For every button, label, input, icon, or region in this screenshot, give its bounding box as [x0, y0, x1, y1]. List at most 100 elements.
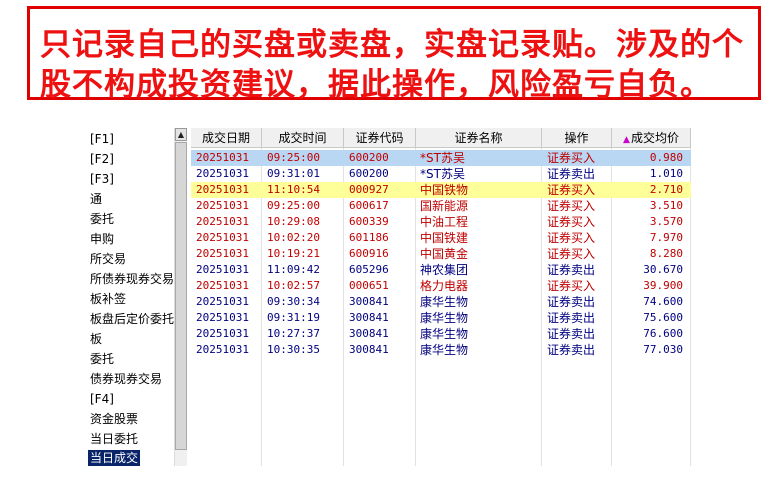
table-row[interactable]: 20251031 09:30:34 300841 康华生物 证券卖出 74.600 — [191, 294, 691, 310]
sidebar-item[interactable]: 资金股票 — [88, 411, 140, 427]
cell-trade-date: 20251031 — [196, 327, 249, 340]
sidebar-item[interactable]: 板 — [88, 331, 104, 347]
table-row[interactable]: 20251031 10:29:08 600339 中油工程 证券买入 3.570 — [191, 214, 691, 230]
cell-trade-date: 20251031 — [196, 215, 249, 228]
cell-security-name: 神农集团 — [420, 263, 469, 277]
column-header-avg-price[interactable]: ▲成交均价 — [612, 128, 691, 148]
cell-operation: 证券买入 — [547, 247, 596, 261]
cell-security-name: 康华生物 — [420, 343, 469, 357]
sidebar-item[interactable]: [F2] — [88, 151, 116, 167]
cell-trade-time: 09:25:00 — [267, 151, 320, 164]
column-header-time[interactable]: 成交时间 — [262, 128, 344, 148]
cell-trade-date: 20251031 — [196, 151, 249, 164]
cell-security-code: 300841 — [349, 311, 389, 324]
cell-operation: 证券买入 — [547, 279, 596, 293]
cell-trade-date: 20251031 — [196, 167, 249, 180]
cell-trade-date: 20251031 — [196, 311, 249, 324]
table-row[interactable]: 20251031 10:02:20 601186 中国铁建 证券买入 7.970 — [191, 230, 691, 246]
sidebar-scrollbar[interactable]: ▲ — [174, 128, 187, 466]
table-row[interactable]: 20251031 09:31:01 600200 *ST苏吴 证券卖出 1.010 — [191, 166, 691, 182]
cell-operation: 证券卖出 — [547, 295, 596, 309]
sidebar-item[interactable]: 板盘后定价委托 — [88, 311, 174, 327]
cell-security-name: 康华生物 — [420, 311, 469, 325]
cell-trade-time: 09:30:34 — [267, 295, 320, 308]
cell-trade-date: 20251031 — [196, 231, 249, 244]
cell-avg-price: 39.900 — [643, 279, 683, 292]
sidebar-item[interactable]: 委托 — [88, 351, 116, 367]
cell-avg-price: 3.510 — [649, 199, 683, 212]
cell-avg-price: 8.280 — [649, 247, 683, 260]
cell-trade-time: 11:10:54 — [267, 183, 320, 196]
column-header-code[interactable]: 证券代码 — [344, 128, 416, 148]
cell-trade-time: 10:19:21 — [267, 247, 320, 260]
cell-operation: 证券买入 — [547, 199, 596, 213]
table-row[interactable]: 20251031 09:25:00 600617 国新能源 证券买入 3.510 — [191, 198, 691, 214]
sort-ascending-icon: ▲ — [623, 135, 630, 145]
cell-operation: 证券买入 — [547, 231, 596, 245]
cell-avg-price: 0.980 — [649, 151, 683, 164]
sidebar-item[interactable]: 所债券现券交易 — [88, 271, 174, 287]
cell-security-code: 605296 — [349, 263, 389, 276]
column-header-name[interactable]: 证券名称 — [416, 128, 542, 148]
table-row[interactable]: 20251031 09:25:00 600200 *ST苏吴 证券买入 0.980 — [191, 150, 691, 166]
sidebar-item[interactable]: 通 — [88, 191, 104, 207]
sidebar-item[interactable]: [F3] — [88, 171, 116, 187]
cell-security-name: 中国黄金 — [420, 247, 469, 261]
cell-operation: 证券卖出 — [547, 311, 596, 325]
cell-security-code: 300841 — [349, 295, 389, 308]
cell-trade-time: 09:25:00 — [267, 199, 320, 212]
cell-security-name: 中国铁物 — [420, 183, 469, 197]
sidebar-item[interactable]: 债券现券交易 — [88, 371, 164, 387]
sidebar-item[interactable]: 当日成交 — [88, 450, 141, 466]
table-header: 成交日期 成交时间 证券代码 证券名称 操作 ▲成交均价 — [191, 128, 691, 148]
table-row[interactable]: 20251031 10:02:57 000651 格力电器 证券买入 39.900 — [191, 278, 691, 294]
scroll-up-arrow-icon[interactable]: ▲ — [175, 128, 187, 141]
disclaimer-banner: 只记录自己的买盘或卖盘，实盘记录贴。涉及的个 股不构成投资建议，据此操作，风险盈… — [27, 6, 761, 103]
table-row[interactable]: 20251031 11:09:42 605296 神农集团 证券卖出 30.670 — [191, 262, 691, 278]
cell-security-code: 300841 — [349, 327, 389, 340]
cell-avg-price: 3.570 — [649, 215, 683, 228]
table-row[interactable]: 20251031 11:10:54 000927 中国铁物 证券买入 2.710 — [191, 182, 691, 198]
cell-trade-date: 20251031 — [196, 183, 249, 196]
cell-security-code: 000927 — [349, 183, 389, 196]
column-header-date[interactable]: 成交日期 — [191, 128, 262, 148]
cell-avg-price: 77.030 — [643, 343, 683, 356]
disclaimer-line-1: 只记录自己的买盘或卖盘，实盘记录贴。涉及的个 — [40, 27, 744, 63]
sidebar-item[interactable]: [F1] — [88, 131, 116, 147]
sidebar-item[interactable]: 委托 — [88, 211, 116, 227]
cell-operation: 证券卖出 — [547, 327, 596, 341]
cell-trade-time: 10:30:35 — [267, 343, 320, 356]
cell-avg-price: 7.970 — [649, 231, 683, 244]
cell-trade-time: 10:02:57 — [267, 279, 320, 292]
table-row[interactable]: 20251031 10:19:21 600916 中国黄金 证券买入 8.280 — [191, 246, 691, 262]
cell-trade-date: 20251031 — [196, 199, 249, 212]
cell-trade-date: 20251031 — [196, 247, 249, 260]
cell-security-code: 600200 — [349, 167, 389, 180]
sidebar-item[interactable]: 当日委托 — [88, 431, 140, 447]
table-row[interactable]: 20251031 10:27:37 300841 康华生物 证券卖出 76.600 — [191, 326, 691, 342]
column-header-operation[interactable]: 操作 — [542, 128, 612, 148]
trades-table: 成交日期 成交时间 证券代码 证券名称 操作 ▲成交均价 20251031 09:… — [191, 128, 691, 466]
scrollbar-thumb[interactable] — [175, 142, 187, 450]
sidebar-item[interactable]: 所交易 — [88, 251, 128, 267]
cell-trade-time: 10:29:08 — [267, 215, 320, 228]
cell-security-code: 600617 — [349, 199, 389, 212]
cell-trade-time: 11:09:42 — [267, 263, 320, 276]
cell-trade-time: 10:02:20 — [267, 231, 320, 244]
table-row[interactable]: 20251031 10:30:35 300841 康华生物 证券卖出 77.030 — [191, 342, 691, 358]
table-row[interactable]: 20251031 09:31:19 300841 康华生物 证券卖出 75.600 — [191, 310, 691, 326]
sidebar-item[interactable]: 申购 — [88, 231, 116, 247]
cell-operation: 证券买入 — [547, 215, 596, 229]
cell-trade-date: 20251031 — [196, 343, 249, 356]
cell-security-code: 601186 — [349, 231, 389, 244]
cell-operation: 证券买入 — [547, 151, 596, 165]
cell-operation: 证券卖出 — [547, 263, 596, 277]
cell-security-name: *ST苏吴 — [420, 167, 465, 181]
sidebar-item[interactable]: 板补签 — [88, 291, 128, 307]
sidebar-item[interactable]: [F4] — [88, 391, 116, 407]
cell-security-code: 600339 — [349, 215, 389, 228]
cell-security-code: 300841 — [349, 343, 389, 356]
cell-trade-time: 09:31:19 — [267, 311, 320, 324]
cell-operation: 证券买入 — [547, 183, 596, 197]
cell-security-name: 康华生物 — [420, 295, 469, 309]
